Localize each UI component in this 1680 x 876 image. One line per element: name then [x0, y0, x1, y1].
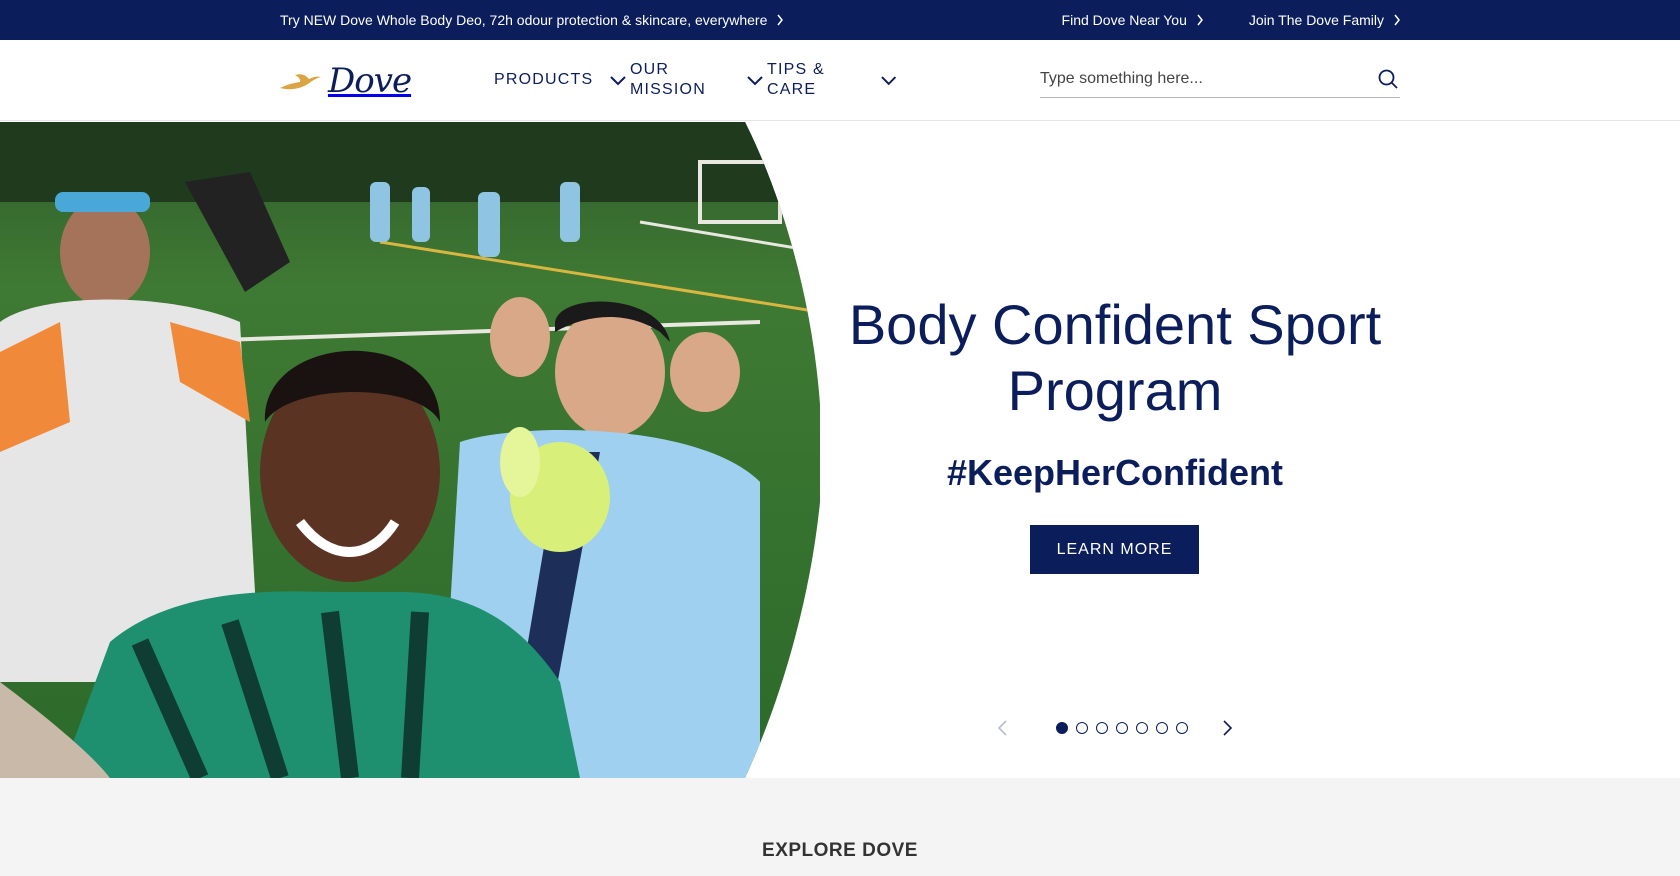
promo-bar: Try NEW Dove Whole Body Deo, 72h odour p…	[0, 0, 1680, 40]
learn-more-button[interactable]: LEARN MORE	[1030, 525, 1199, 574]
carousel-dot[interactable]	[1156, 722, 1168, 734]
search-bar	[1040, 60, 1400, 98]
chevron-down-icon	[747, 76, 763, 86]
hero-subtitle: #KeepHerConfident	[946, 452, 1284, 493]
nav-mission-label: OUR MISSION	[630, 61, 706, 98]
chevron-down-icon	[880, 76, 896, 86]
carousel-dot[interactable]	[1056, 722, 1068, 734]
search-input[interactable]	[1040, 69, 1376, 88]
hero-banner: Body Confident Sport Program #KeepHerCon…	[0, 122, 1680, 778]
carousel-dots	[1056, 722, 1188, 734]
promo-link-deo[interactable]: Try NEW Dove Whole Body Deo, 72h odour p…	[280, 12, 785, 28]
dove-bird-icon	[280, 74, 321, 90]
main-nav: PRODUCTS OUR MISSION TIPS & CARE	[494, 58, 897, 102]
search-icon[interactable]	[1376, 67, 1400, 91]
carousel-dot[interactable]	[1176, 722, 1188, 734]
nav-tips-care[interactable]: TIPS & CARE	[767, 60, 897, 100]
join-family-label: Join The Dove Family	[1248, 12, 1384, 28]
hero-content: Body Confident Sport Program #KeepHerCon…	[820, 122, 1410, 778]
hero-title: Body Confident Sport Program	[848, 293, 1382, 422]
promo-text: Try NEW Dove Whole Body Deo, 72h odour p…	[280, 12, 768, 28]
logo-wordmark: Dove	[328, 61, 412, 101]
carousel-dot[interactable]	[1136, 722, 1148, 734]
find-dove-near-you-link[interactable]: Find Dove Near You	[1062, 12, 1205, 28]
carousel-dot[interactable]	[1076, 722, 1088, 734]
nav-our-mission[interactable]: OUR MISSION	[630, 60, 767, 100]
carousel-dot[interactable]	[1096, 722, 1108, 734]
chevron-left-icon[interactable]	[995, 718, 1011, 738]
find-near-label: Find Dove Near You	[1061, 12, 1187, 28]
nav-products[interactable]: PRODUCTS	[494, 70, 630, 90]
carousel-dot[interactable]	[1116, 722, 1128, 734]
nav-products-label: PRODUCTS	[494, 71, 594, 88]
explore-title: EXPLORE DOVE	[762, 840, 918, 861]
site-header: Dove PRODUCTS OUR MISSION TIPS & CARE	[0, 40, 1680, 121]
chevron-right-icon[interactable]	[1219, 718, 1235, 738]
chevron-right-icon	[1394, 14, 1400, 26]
chevron-right-icon	[777, 14, 784, 26]
chevron-right-icon	[1197, 14, 1203, 26]
carousel-controls	[990, 716, 1250, 740]
join-dove-family-link[interactable]: Join The Dove Family	[1249, 12, 1402, 28]
chevron-down-icon	[610, 76, 627, 86]
explore-section: EXPLORE DOVE	[0, 778, 1680, 876]
nav-tips-label: TIPS & CARE	[767, 61, 825, 98]
dove-logo[interactable]: Dove	[278, 60, 412, 102]
promo-right-links: Find Dove Near You Join The Dove Family	[1062, 12, 1402, 28]
hero-image	[0, 122, 820, 778]
